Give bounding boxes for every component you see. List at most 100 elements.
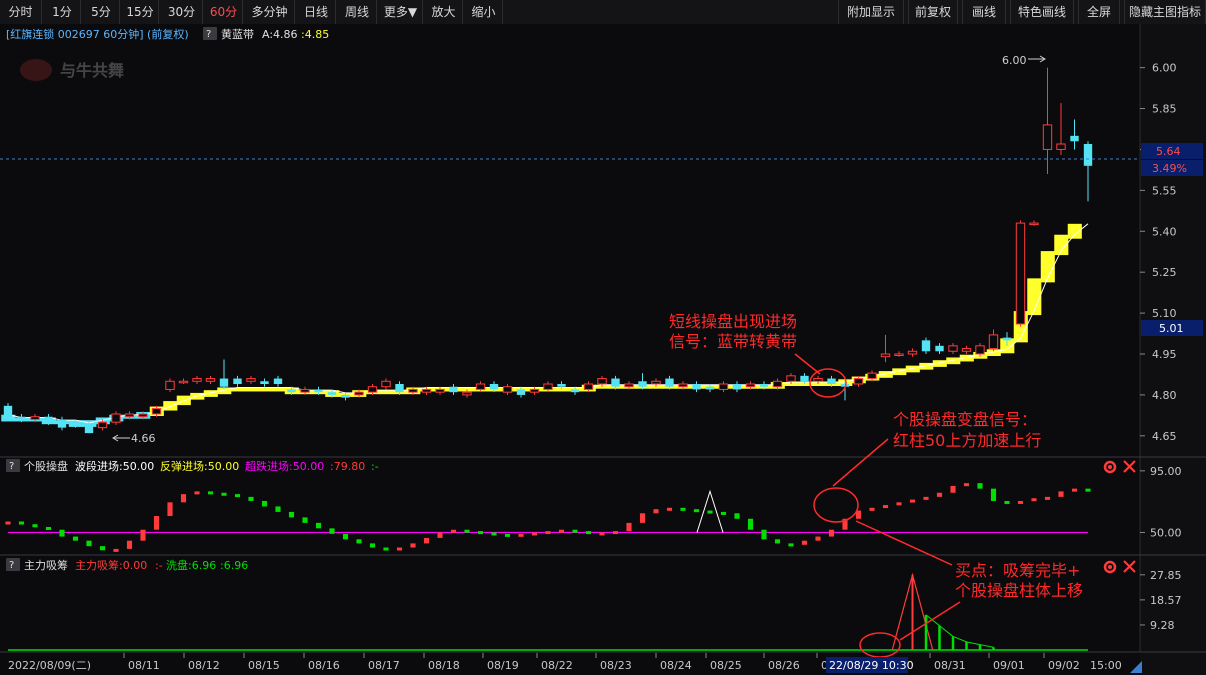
toolbar-right-button-2[interactable]: 画线 [962,0,1006,24]
osc-bar [126,540,133,549]
osc-bar [585,531,592,535]
candle [314,389,323,393]
osc-bar [113,548,119,552]
candle [624,383,634,388]
osc-bar [639,513,646,523]
svg-text:5.64: 5.64 [1156,145,1181,158]
candle [921,340,931,352]
candle [1042,124,1053,150]
osc-bar [653,509,659,514]
candle [853,378,864,385]
osc-bar [990,488,997,501]
toolbar-button-3[interactable]: 15分 [122,0,159,24]
osc-bar [248,496,254,501]
osc-bar [950,485,956,493]
svg-text:红柱50上方加速上行: 红柱50上方加速上行 [893,431,1041,450]
candle [3,405,13,417]
toolbar-button-8[interactable]: 周线 [338,0,377,24]
toolbar-button-2[interactable]: 5分 [83,0,120,24]
candle [1015,222,1026,325]
stock-chart: [红旗连锁 002697 60分钟] (前复权) ? 黄蓝带 A:4.86 :4… [0,24,1206,675]
price-tick-label: 5.40 [1152,225,1177,238]
toolbar-button-4[interactable]: 30分 [161,0,203,24]
accum-tick-label: 9.28 [1150,619,1175,632]
candle [665,378,674,387]
candle [354,391,364,396]
osc-bar [1071,488,1078,492]
osc-bar [747,518,754,530]
candle [381,380,391,388]
osc-bar [450,529,457,533]
svg-text:?: ? [9,560,14,571]
candle [165,380,175,390]
toolbar-right-button-3[interactable]: 特色画线 [1010,0,1074,24]
toolbar-button-9[interactable]: 更多▼ [379,0,423,24]
toolbar-right-button-4[interactable]: 全屏 [1078,0,1120,24]
main-accum-label: 主力吸筹:0.00 [75,558,147,572]
logo-text: 与牛共舞 [60,61,124,80]
osc-bar [815,536,821,541]
price-tick-label: 5.10 [1152,307,1177,320]
toolbar-button-0[interactable]: 分时 [0,0,42,24]
candle [57,419,67,428]
osc-bar [828,529,835,537]
chart-toolbar: 分时 1分 5分 15分 30分 60分 多分钟 日线 周线 更多▼ 放大 缩小 附加显示 前复权 画线 特色… [0,0,1206,25]
bull-logo-icon [20,59,52,81]
indicator-name: 黄蓝带 [221,27,254,41]
toolbar-right-button-5[interactable]: 隐藏主图指标 [1124,0,1206,24]
osc-bar [32,524,38,528]
price-tick-label: 5.85 [1152,103,1177,116]
candle [124,413,135,418]
candle [327,392,337,395]
candle [1029,222,1039,226]
candle [1002,337,1012,341]
svg-text:?: ? [206,29,211,40]
svg-text:22/08/29 10:30: 22/08/29 10:30 [829,659,914,672]
main-header: [红旗连锁 002697 60分钟] (前复权) ? 黄蓝带 A:4.86 :4… [6,27,329,41]
candle [30,416,40,420]
time-tick-label: 09/01 [993,659,1025,672]
candle [732,384,742,390]
osc-bar [963,483,970,487]
candle [300,388,310,393]
osc-bar [464,529,470,533]
toolbar-right-button-0[interactable]: 附加显示 [838,0,904,24]
osc-bar [531,532,538,536]
osc-bar [153,516,160,530]
osc-bar [1017,500,1024,504]
candle [205,378,216,382]
toolbar-right-button-1[interactable]: 前复权 [908,0,958,24]
osc-bar [774,539,781,544]
osc-bar [504,533,511,537]
osc-bar [734,513,740,519]
osc-bar [558,529,565,533]
candle [233,378,242,384]
osc-bar [288,511,295,518]
toolbar-button-10[interactable]: 放大 [425,0,463,24]
candle [1070,135,1079,142]
osc-bar [693,509,700,513]
osc-bar [666,507,673,511]
toolbar-button-7[interactable]: 日线 [297,0,336,24]
toolbar-button-6[interactable]: 多分钟 [245,0,295,24]
toolbar-button-11[interactable]: 缩小 [465,0,503,24]
toolbar-button-5[interactable]: 60分 [205,0,243,24]
price-tick-label: 4.65 [1152,430,1177,443]
candle [759,384,769,387]
candle [678,383,688,388]
osc-bar [572,529,578,533]
osc-bar [896,502,902,506]
candle [948,345,958,352]
candle [502,386,513,393]
rebound-entry-label: 反弹进场:50.00 [160,459,239,473]
band-segment [244,387,259,392]
time-tick-label: 08/23 [600,659,632,672]
osc-bar [761,529,767,540]
candle [178,380,189,384]
osc-bar [680,507,686,511]
osc-bar [315,522,322,529]
toolbar-button-1[interactable]: 1分 [44,0,81,24]
candle [192,378,202,382]
osc-tick-label: 95.00 [1150,465,1182,478]
red-value-label: :79.80 [330,460,365,473]
